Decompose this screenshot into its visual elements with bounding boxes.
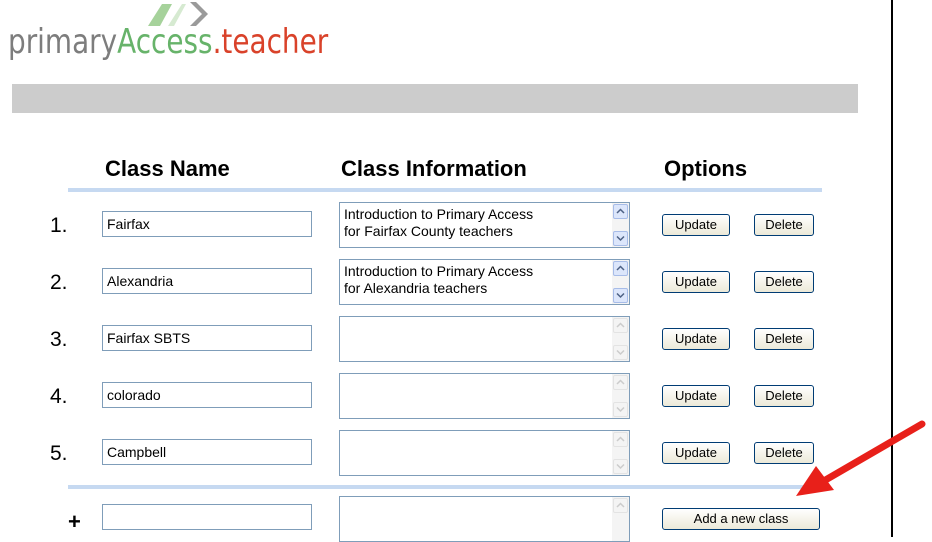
class-info-scrollbar[interactable] [612,260,629,304]
class-info-textarea[interactable]: Introduction to Primary Access for Fairf… [339,202,630,248]
options-header: Options [664,156,748,181]
new-class-info-textarea[interactable] [339,496,630,542]
header-bar [12,84,858,113]
scroll-down-icon[interactable] [613,345,628,360]
primary-access-logo: primaryAccess.teacher [4,0,364,72]
class-name-input[interactable] [102,382,312,408]
scroll-up-icon[interactable] [613,261,628,276]
new-class-plus: + [68,509,81,534]
red-arrow-icon [796,420,926,496]
update-button[interactable]: Update [662,442,730,464]
class-name-header: Class Name [105,156,230,181]
class-info-scrollbar[interactable] [612,317,629,361]
class-info-textarea[interactable] [339,373,630,419]
logo-text: primaryAccess.teacher [8,22,328,62]
class-info-scrollbar[interactable] [612,374,629,418]
scroll-up-icon[interactable] [613,375,628,390]
class-info-text: Introduction to Primary Access for Fairf… [344,206,534,239]
row-number: 3. [50,328,68,351]
class-info-textarea[interactable]: Introduction to Primary Access for Alexa… [339,259,630,305]
row-number: 2. [50,271,68,294]
class-name-input[interactable] [102,211,312,237]
scroll-up-icon[interactable] [613,498,628,513]
class-name-input[interactable] [102,325,312,351]
logo-access: Access [117,22,213,62]
delete-button[interactable]: Delete [754,328,814,350]
new-class-separator [68,485,822,489]
class-info-scrollbar[interactable] [612,203,629,247]
scroll-up-icon[interactable] [613,318,628,333]
logo-teacher: .teacher [212,22,329,62]
scroll-up-icon[interactable] [613,432,628,447]
scroll-up-icon[interactable] [613,204,628,219]
delete-button[interactable]: Delete [754,385,814,407]
header-separator [68,188,822,192]
logo-primary: primary [8,22,118,62]
add-new-class-button[interactable]: Add a new class [662,508,820,530]
delete-button[interactable]: Delete [754,214,814,236]
scroll-down-icon[interactable] [613,288,628,303]
class-name-input[interactable] [102,439,312,465]
row-number: 5. [50,442,68,465]
new-class-name-input[interactable] [102,504,312,530]
class-name-input[interactable] [102,268,312,294]
update-button[interactable]: Update [662,214,730,236]
update-button[interactable]: Update [662,271,730,293]
class-info-textarea[interactable] [339,316,630,362]
row-number: 4. [50,385,68,408]
class-info-textarea[interactable] [339,430,630,476]
update-button[interactable]: Update [662,385,730,407]
delete-button[interactable]: Delete [754,271,814,293]
class-info-scrollbar[interactable] [612,431,629,475]
scroll-down-icon[interactable] [613,459,628,474]
class-info-text: Introduction to Primary Access for Alexa… [344,263,534,296]
new-class-info-scrollbar[interactable] [612,497,629,541]
scroll-down-icon[interactable] [613,402,628,417]
scroll-down-icon[interactable] [613,231,628,246]
class-information-header: Class Information [341,156,527,181]
row-number: 1. [50,214,68,237]
update-button[interactable]: Update [662,328,730,350]
